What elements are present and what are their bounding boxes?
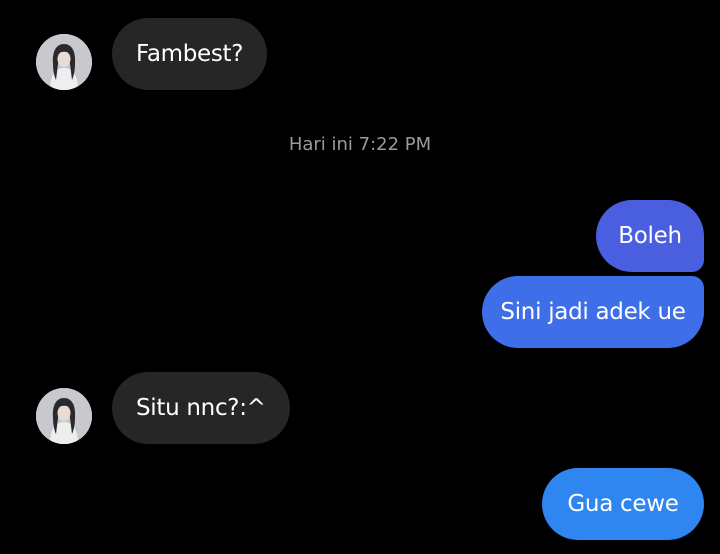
message-text: Fambest? xyxy=(136,41,244,67)
message-text: Sini jadi adek ue xyxy=(500,299,686,325)
message-text: Gua cewe xyxy=(567,491,679,517)
message-bubble-outgoing[interactable]: Gua cewe xyxy=(542,468,704,540)
avatar[interactable] xyxy=(36,388,92,444)
avatar[interactable] xyxy=(36,34,92,90)
message-bubble-incoming[interactable]: Fambest? xyxy=(112,18,268,90)
avatar-photo-icon xyxy=(36,34,92,90)
timestamp-divider: Hari ini 7:22 PM xyxy=(288,134,432,155)
message-text: Boleh xyxy=(618,223,682,249)
chat-thread: Fambest? Hari ini 7:22 PM Boleh Sini jad… xyxy=(0,0,720,554)
message-bubble-outgoing[interactable]: Boleh xyxy=(596,200,704,272)
avatar-photo-icon xyxy=(36,388,92,444)
message-bubble-outgoing[interactable]: Sini jadi adek ue xyxy=(482,276,704,348)
message-text: Situ nnc?:^ xyxy=(136,395,266,421)
message-bubble-incoming[interactable]: Situ nnc?:^ xyxy=(112,372,290,444)
